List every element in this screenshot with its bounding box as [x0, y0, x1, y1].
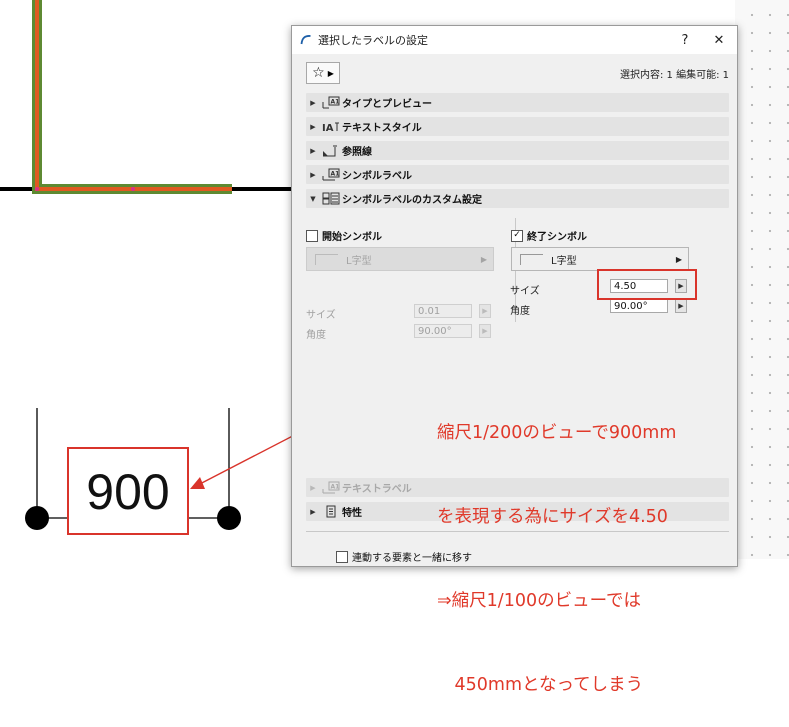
help-button[interactable]: ? — [671, 26, 699, 54]
label-type-icon: A1 — [320, 96, 342, 110]
selection-info: 選択内容: 1 編集可能: 1 — [620, 70, 729, 81]
end-size-label: サイズ — [510, 286, 540, 297]
l-shape-icon — [315, 253, 338, 265]
start-angle-label: 角度 — [306, 330, 326, 341]
l-shape-icon — [520, 253, 543, 265]
start-size-stepper[interactable]: ▶ — [479, 304, 491, 318]
end-symbol-label: 終了シンボル — [527, 232, 587, 243]
annotation-line: 縮尺1/200のビューで900mm — [437, 423, 677, 443]
checkbox-box[interactable]: ✓ — [511, 229, 523, 242]
chevron-right-icon: ▶ — [310, 146, 316, 155]
section-label: タイプとプレビュー — [342, 99, 432, 110]
chevron-right-icon: ▶ — [310, 122, 316, 131]
dimension-text[interactable]: 900 — [68, 449, 188, 534]
svg-text:A1: A1 — [331, 99, 340, 106]
section-symbol-label-custom[interactable]: ▼ シンボルラベルのカスタム設定 — [306, 189, 729, 208]
section-symbol-label[interactable]: ▶ A1 シンボルラベル — [306, 165, 729, 184]
chevron-right-icon: ▶ — [675, 254, 682, 264]
checkbox-box[interactable] — [336, 550, 348, 563]
star-icon: ☆ — [312, 65, 325, 81]
start-size-input[interactable]: 0.01 — [414, 304, 472, 318]
section-type-preview[interactable]: ▶ A1 タイプとプレビュー — [306, 93, 729, 112]
chevron-right-icon: ▶ — [327, 68, 334, 78]
wall-midpoint-marker — [131, 187, 135, 191]
chevron-right-icon: ▶ — [310, 507, 316, 516]
section-text-style[interactable]: ▶ IA テキストスタイル — [306, 117, 729, 136]
section-label: テキストスタイル — [342, 123, 422, 134]
text-style-icon: IA — [320, 120, 342, 134]
chevron-down-icon: ▼ — [310, 194, 316, 203]
annotation-line: 450mmとなってしまう — [437, 675, 644, 695]
end-angle-stepper[interactable]: ▶ — [675, 299, 687, 313]
start-symbol-label: 開始シンボル — [322, 232, 382, 243]
dialog-titlebar[interactable]: 選択したラベルの設定 ? ✕ — [292, 26, 737, 54]
section-label: 特性 — [342, 508, 362, 519]
custom-settings-icon — [320, 192, 342, 206]
start-symbol-type-dropdown[interactable]: L字型 ▶ — [306, 247, 494, 271]
start-angle-stepper[interactable]: ▶ — [479, 324, 491, 338]
section-pointer-line[interactable]: ▶ 参照線 — [306, 141, 729, 160]
annotation-text: 縮尺1/200のビューで900mm を表現する為にサイズを4.50 ⇒縮尺1/1… — [437, 363, 737, 727]
dimension-dot-right — [217, 506, 241, 530]
favorites-button[interactable]: ☆ ▶ — [306, 62, 340, 84]
end-angle-input[interactable]: 90.00° — [610, 299, 668, 313]
start-size-label: サイズ — [306, 310, 336, 321]
chevron-right-icon: ▶ — [480, 254, 487, 264]
end-symbol-checkbox[interactable]: ✓ 終了シンボル — [511, 228, 587, 243]
start-symbol-type-value: L字型 — [346, 255, 372, 267]
chevron-right-icon: ▶ — [310, 98, 316, 107]
size-highlight-box — [597, 269, 697, 300]
symbol-label-icon: A1 — [320, 168, 342, 182]
section-label: 参照線 — [342, 147, 372, 158]
end-angle-label: 角度 — [510, 306, 530, 317]
svg-text:A1: A1 — [331, 171, 340, 178]
properties-icon — [320, 505, 342, 519]
checkbox-box[interactable] — [306, 229, 318, 242]
text-label-icon: A1 — [320, 481, 342, 495]
start-symbol-checkbox[interactable]: 開始シンボル — [306, 228, 382, 243]
close-button[interactable]: ✕ — [705, 26, 733, 54]
start-angle-input[interactable]: 90.00° — [414, 324, 472, 338]
wall-corner-marker — [35, 187, 39, 191]
annotation-line: を表現する為にサイズを4.50 — [437, 507, 668, 527]
section-label: シンボルラベルのカスタム設定 — [342, 195, 482, 206]
svg-text:IA: IA — [322, 123, 334, 133]
pointer-line-icon — [320, 144, 342, 158]
archicad-app-icon — [300, 35, 311, 45]
wall-highlight — [35, 0, 232, 191]
section-label: テキストラベル — [342, 484, 412, 495]
dialog-title: 選択したラベルの設定 — [318, 34, 428, 47]
annotation-line: ⇒縮尺1/100のビューでは — [437, 591, 642, 611]
end-symbol-type-dropdown[interactable]: L字型 ▶ — [511, 247, 689, 271]
dimension-dot-left — [25, 506, 49, 530]
end-symbol-type-value: L字型 — [551, 255, 577, 267]
wall-outline[interactable] — [32, 0, 232, 194]
chevron-right-icon: ▶ — [310, 483, 316, 492]
svg-text:A1: A1 — [331, 484, 340, 491]
chevron-right-icon: ▶ — [310, 170, 316, 179]
section-label: シンボルラベル — [342, 171, 412, 182]
